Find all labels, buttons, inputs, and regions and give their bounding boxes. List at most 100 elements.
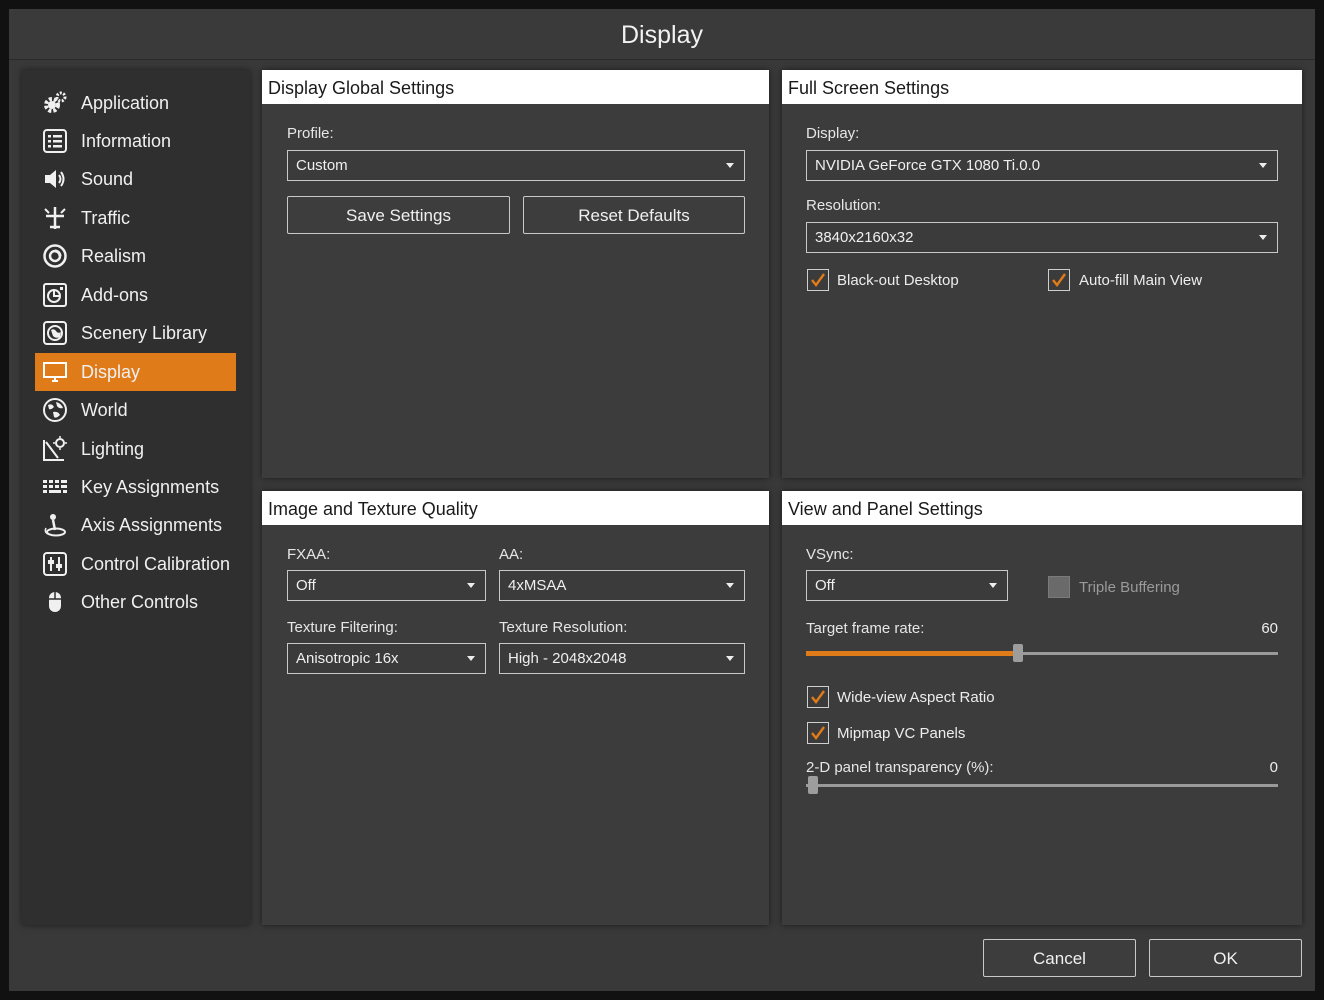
sidebar-item-world[interactable]: World bbox=[35, 391, 236, 429]
monitor-icon bbox=[41, 358, 69, 386]
triple-buffering-label: Triple Buffering bbox=[1079, 579, 1180, 596]
slider-fill bbox=[806, 651, 1018, 656]
save-settings-button[interactable]: Save Settings bbox=[287, 196, 510, 234]
full-screen-settings-panel: Full Screen Settings Display: NVIDIA GeF… bbox=[782, 70, 1302, 478]
panel-title: Display Global Settings bbox=[262, 70, 769, 104]
world-icon bbox=[41, 396, 69, 424]
sidebar-item-scenery-library[interactable]: Scenery Library bbox=[35, 314, 236, 352]
display-global-settings-panel: Display Global Settings Profile: Custom … bbox=[262, 70, 769, 478]
wide-view-aspect-checkbox[interactable] bbox=[807, 686, 829, 708]
target-frame-rate-value: 60 bbox=[1261, 620, 1278, 637]
sidebar-item-lighting[interactable]: Lighting bbox=[35, 430, 236, 468]
chevron-down-icon bbox=[1259, 163, 1267, 168]
slider-thumb[interactable] bbox=[1013, 644, 1023, 662]
lighting-icon bbox=[41, 435, 69, 463]
chevron-down-icon bbox=[726, 163, 734, 168]
triple-buffering-checkbox[interactable] bbox=[1048, 576, 1070, 598]
sidebar-item-label: Display bbox=[81, 361, 141, 382]
vsync-select[interactable]: Off bbox=[806, 570, 1008, 601]
sidebar-item-sound[interactable]: Sound bbox=[35, 160, 236, 198]
gear-icon bbox=[41, 89, 69, 117]
panel-title: Image and Texture Quality bbox=[262, 491, 769, 525]
sidebar-item-label: Other Controls bbox=[81, 591, 199, 612]
speaker-icon bbox=[41, 165, 69, 193]
resolution-select-value: 3840x2160x32 bbox=[815, 229, 914, 246]
sidebar-item-label: Lighting bbox=[81, 438, 145, 459]
sidebar-item-label: Application bbox=[81, 92, 170, 113]
blackout-desktop-label: Black-out Desktop bbox=[837, 272, 959, 289]
blackout-desktop-checkbox[interactable] bbox=[807, 269, 829, 291]
resolution-select[interactable]: 3840x2160x32 bbox=[806, 222, 1278, 253]
window-title: Display bbox=[9, 9, 1315, 60]
sidebar-item-information[interactable]: Information bbox=[35, 122, 236, 160]
list-icon bbox=[41, 127, 69, 155]
globe-map-icon bbox=[41, 319, 69, 347]
target-frame-rate-label: Target frame rate: bbox=[806, 620, 925, 637]
sidebar-item-label: Sound bbox=[81, 168, 134, 189]
aa-select[interactable]: 4xMSAA bbox=[499, 570, 745, 601]
ok-button[interactable]: OK bbox=[1149, 939, 1302, 977]
sidebar-item-control-calibration[interactable]: Control Calibration bbox=[35, 545, 236, 583]
fxaa-select[interactable]: Off bbox=[287, 570, 486, 601]
texture-filtering-select[interactable]: Anisotropic 16x bbox=[287, 643, 486, 674]
checkmark-icon bbox=[811, 690, 825, 704]
chevron-down-icon bbox=[726, 656, 734, 661]
sidebar-item-label: Scenery Library bbox=[81, 322, 208, 343]
resolution-label: Resolution: bbox=[806, 197, 882, 214]
sidebar-item-key-assignments[interactable]: Key Assignments bbox=[35, 468, 236, 506]
view-panel-settings-panel: View and Panel Settings VSync: Off Tripl… bbox=[782, 491, 1302, 925]
texture-filtering-select-value: Anisotropic 16x bbox=[296, 650, 399, 667]
sidebar-item-axis-assignments[interactable]: Axis Assignments bbox=[35, 506, 236, 544]
aa-label: AA: bbox=[499, 546, 524, 563]
slider-track bbox=[806, 784, 1278, 787]
checkmark-icon bbox=[811, 273, 825, 287]
profile-select[interactable]: Custom bbox=[287, 150, 745, 181]
texture-resolution-select-value: High - 2048x2048 bbox=[508, 650, 627, 667]
realism-icon bbox=[41, 242, 69, 270]
aa-select-value: 4xMSAA bbox=[508, 577, 567, 594]
texture-resolution-select[interactable]: High - 2048x2048 bbox=[499, 643, 745, 674]
sidebar-item-label: Add-ons bbox=[81, 284, 149, 305]
chevron-down-icon bbox=[726, 583, 734, 588]
display-label: Display: bbox=[806, 125, 860, 142]
texture-filtering-label: Texture Filtering: bbox=[287, 619, 398, 636]
sidebar-item-display[interactable]: Display bbox=[35, 353, 236, 391]
panel-title: View and Panel Settings bbox=[782, 491, 1302, 525]
image-texture-quality-panel: Image and Texture Quality FXAA: Off AA: … bbox=[262, 491, 769, 925]
addons-icon bbox=[41, 281, 69, 309]
sidebar-item-label: Information bbox=[81, 130, 172, 151]
sidebar-item-other-controls[interactable]: Other Controls bbox=[35, 583, 236, 621]
sidebar-item-label: Control Calibration bbox=[81, 553, 231, 574]
autofill-main-view-checkbox[interactable] bbox=[1048, 269, 1070, 291]
sidebar-item-traffic[interactable]: Traffic bbox=[35, 199, 236, 237]
sidebar-item-label: World bbox=[81, 399, 128, 420]
cancel-button[interactable]: Cancel bbox=[983, 939, 1136, 977]
fxaa-label: FXAA: bbox=[287, 546, 331, 563]
profile-label: Profile: bbox=[287, 125, 334, 142]
fxaa-select-value: Off bbox=[296, 577, 316, 594]
profile-select-value: Custom bbox=[296, 157, 348, 174]
reset-defaults-button[interactable]: Reset Defaults bbox=[523, 196, 745, 234]
mipmap-vc-panels-label: Mipmap VC Panels bbox=[837, 725, 966, 742]
chevron-down-icon bbox=[467, 583, 475, 588]
panel-transparency-value: 0 bbox=[1269, 759, 1278, 776]
chevron-down-icon bbox=[1259, 235, 1267, 240]
chevron-down-icon bbox=[989, 583, 997, 588]
mipmap-vc-panels-checkbox[interactable] bbox=[807, 722, 829, 744]
checkmark-icon bbox=[811, 726, 825, 740]
panel-transparency-label: 2-D panel transparency (%): bbox=[806, 759, 994, 776]
wide-view-aspect-label: Wide-view Aspect Ratio bbox=[837, 689, 995, 706]
joystick-icon bbox=[41, 511, 69, 539]
display-select[interactable]: NVIDIA GeForce GTX 1080 Ti.0.0 bbox=[806, 150, 1278, 181]
sidebar-item-label: Key Assignments bbox=[81, 476, 220, 497]
calibration-icon bbox=[41, 550, 69, 578]
sidebar-item-realism[interactable]: Realism bbox=[35, 237, 236, 275]
sidebar-item-label: Traffic bbox=[81, 207, 131, 228]
slider-thumb[interactable] bbox=[808, 776, 818, 794]
mouse-icon bbox=[41, 588, 69, 616]
sidebar-item-add-ons[interactable]: Add-ons bbox=[35, 276, 236, 314]
sidebar-item-application[interactable]: Application bbox=[35, 84, 236, 122]
panel-title: Full Screen Settings bbox=[782, 70, 1302, 104]
autofill-main-view-label: Auto-fill Main View bbox=[1079, 272, 1203, 289]
texture-resolution-label: Texture Resolution: bbox=[499, 619, 628, 636]
